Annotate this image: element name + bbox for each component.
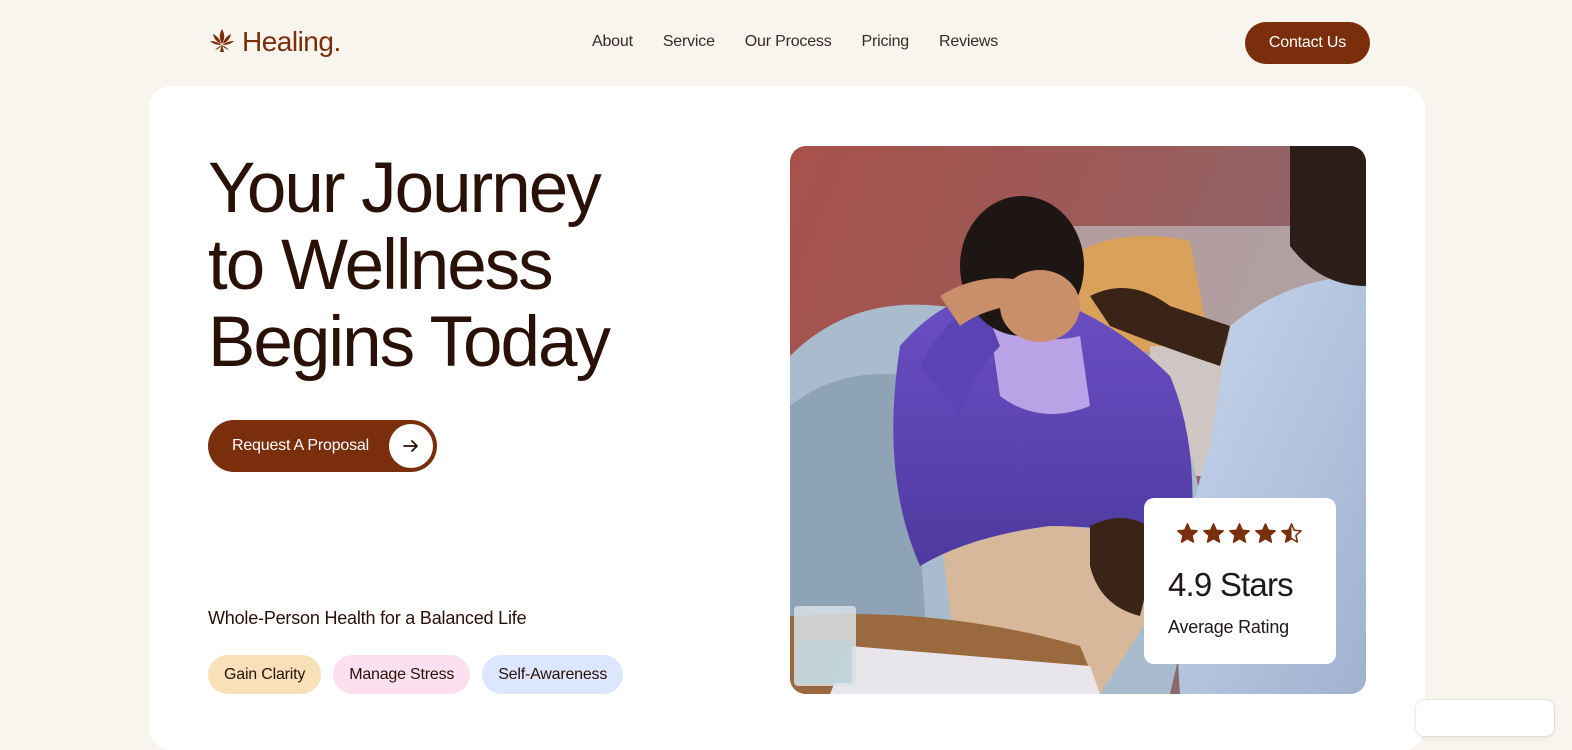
hero-title: Your Journey to Wellness Begins Today bbox=[208, 150, 728, 381]
brand-name: Healing. bbox=[242, 26, 341, 57]
star-full-icon bbox=[1203, 523, 1224, 543]
floating-widget[interactable] bbox=[1416, 700, 1554, 736]
star-rating bbox=[1176, 522, 1303, 545]
chip-manage-stress: Manage Stress bbox=[333, 655, 471, 694]
lotus-icon bbox=[208, 26, 236, 59]
rating-card: 4.9 Stars Average Rating bbox=[1144, 498, 1336, 664]
request-proposal-label: Request A Proposal bbox=[232, 437, 369, 454]
arrow-right-icon bbox=[389, 424, 433, 468]
contact-us-button[interactable]: Contact Us bbox=[1245, 22, 1370, 64]
star-full-icon bbox=[1177, 523, 1198, 543]
nav-item-service[interactable]: Service bbox=[663, 33, 715, 51]
rating-label: Average Rating bbox=[1168, 617, 1289, 637]
hero-title-line-1: Your Journey bbox=[208, 149, 602, 228]
main-nav: About Service Our Process Pricing Review… bbox=[592, 33, 998, 51]
star-full-icon bbox=[1255, 523, 1276, 543]
benefit-chips: Gain Clarity Manage Stress Self-Awarenes… bbox=[208, 655, 624, 694]
chip-gain-clarity: Gain Clarity bbox=[208, 655, 322, 694]
rating-value: 4.9 Stars bbox=[1168, 566, 1294, 603]
site-header: Healing. About Service Our Process Prici… bbox=[0, 0, 1572, 86]
hero-tagline: Whole-Person Health for a Balanced Life bbox=[208, 608, 527, 628]
nav-item-about[interactable]: About bbox=[592, 33, 633, 51]
hero-title-line-3: Begins Today bbox=[208, 303, 611, 382]
brand-logo[interactable]: Healing. bbox=[208, 24, 341, 60]
hero-title-line-2: to Wellness bbox=[208, 226, 554, 305]
request-proposal-button[interactable]: Request A Proposal bbox=[208, 420, 437, 472]
chip-self-awareness: Self-Awareness bbox=[482, 655, 624, 694]
star-half-icon bbox=[1281, 523, 1302, 543]
nav-item-our-process[interactable]: Our Process bbox=[745, 33, 832, 51]
nav-item-pricing[interactable]: Pricing bbox=[862, 33, 910, 51]
nav-item-reviews[interactable]: Reviews bbox=[939, 33, 998, 51]
star-full-icon bbox=[1229, 523, 1250, 543]
